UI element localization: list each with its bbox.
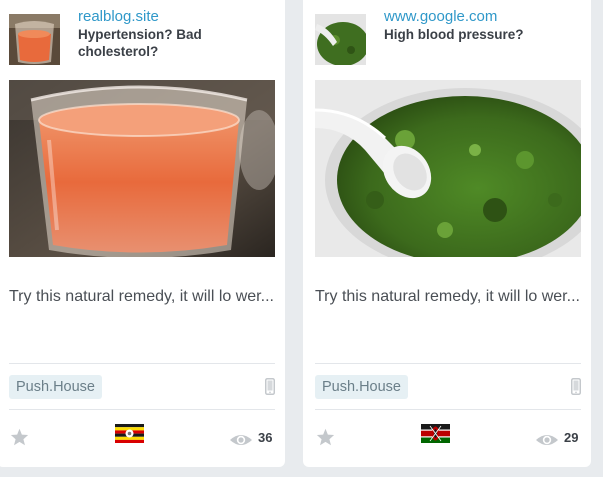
ad-description: Try this natural remedy, it will lo wer.… xyxy=(9,288,274,305)
ad-card[interactable]: realblog.site Hypertension? Bad choleste… xyxy=(0,0,285,467)
thumbnail-image[interactable] xyxy=(315,14,366,65)
ad-image[interactable] xyxy=(315,80,581,257)
view-count: 36 xyxy=(258,430,273,445)
divider xyxy=(315,363,581,364)
divider xyxy=(9,363,275,364)
network-badge: Push.House xyxy=(315,375,408,399)
ad-image[interactable] xyxy=(9,80,275,257)
eye-icon xyxy=(229,433,253,447)
mobile-phone-icon xyxy=(571,378,581,395)
ad-title[interactable]: Hypertension? Bad cholesterol? xyxy=(78,26,268,60)
ad-card[interactable]: www.google.com High blood pressure? Try … xyxy=(303,0,591,467)
source-link[interactable]: www.google.com xyxy=(384,7,497,26)
ad-description: Try this natural remedy, it will lo wer.… xyxy=(315,288,580,305)
view-count: 29 xyxy=(564,430,579,445)
star-icon[interactable] xyxy=(316,428,335,446)
divider xyxy=(315,409,581,410)
thumbnail-image[interactable] xyxy=(9,14,60,65)
mobile-phone-icon xyxy=(265,378,275,395)
star-icon[interactable] xyxy=(10,428,29,446)
kenya-flag xyxy=(421,424,450,443)
ad-title[interactable]: High blood pressure? xyxy=(384,26,574,43)
uganda-flag xyxy=(115,424,144,443)
divider xyxy=(9,409,275,410)
source-link[interactable]: realblog.site xyxy=(78,7,159,26)
eye-icon xyxy=(535,433,559,447)
network-badge: Push.House xyxy=(9,375,102,399)
